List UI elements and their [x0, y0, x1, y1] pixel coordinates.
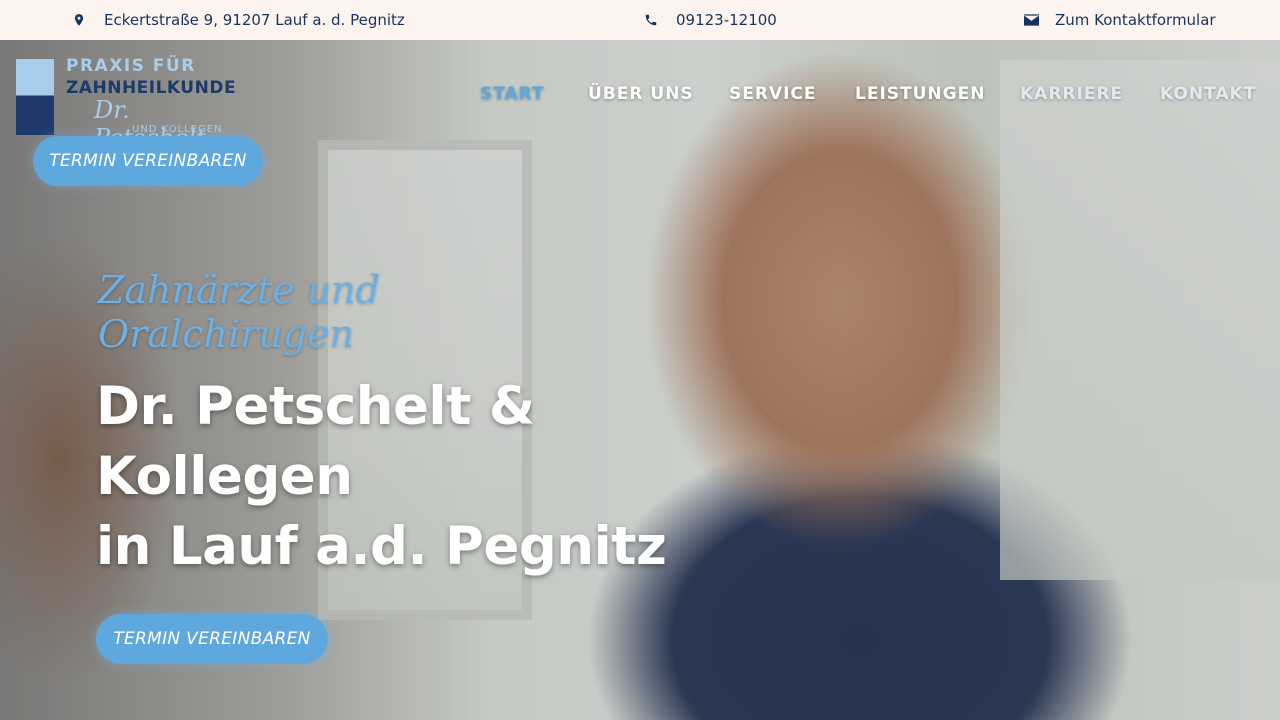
- location-pin-icon: [74, 14, 84, 26]
- logo-line-zahnheilkunde: ZAHNHEILKUNDE: [66, 78, 237, 98]
- hero-title-line-1: Dr. Petschelt &: [96, 376, 535, 437]
- logo-line-praxis: PRAXIS FÜR: [66, 56, 196, 76]
- nav-item-service[interactable]: SERVICE: [729, 84, 817, 104]
- hero-title: Dr. Petschelt & Kollegen in Lauf a.d. Pe…: [96, 372, 716, 582]
- phone-item[interactable]: 09123-12100: [644, 0, 777, 40]
- phone-text: 09123-12100: [676, 11, 777, 29]
- nav-item-karriere[interactable]: KARRIERE: [1020, 84, 1123, 104]
- envelope-icon: [1024, 14, 1039, 26]
- hero-title-line-2: Kollegen: [96, 446, 353, 507]
- hero-script-subtitle: Zahnärzte und Oralchirugen: [98, 268, 418, 356]
- top-info-bar: Eckertstraße 9, 91207 Lauf a. d. Pegnitz…: [0, 0, 1280, 40]
- header-appointment-button[interactable]: TERMIN VEREINBAREN: [33, 136, 263, 186]
- practice-logo[interactable]: PRAXIS FÜR ZAHNHEILKUNDE Dr. Petschelt U…: [16, 56, 237, 152]
- tooth-logo-mark: [16, 59, 54, 135]
- hero-appointment-button[interactable]: TERMIN VEREINBAREN: [96, 614, 328, 664]
- address-item[interactable]: Eckertstraße 9, 91207 Lauf a. d. Pegnitz: [72, 0, 405, 40]
- hero-script-line-2: Oralchirugen: [98, 312, 354, 356]
- nav-item-kontakt[interactable]: KONTAKT: [1160, 84, 1256, 104]
- hero-script-line-1: Zahnärzte und: [98, 268, 380, 312]
- hero-title-line-3: in Lauf a.d. Pegnitz: [96, 516, 667, 577]
- nav-item-ueber-uns[interactable]: ÜBER UNS: [588, 84, 694, 104]
- contact-link-text: Zum Kontaktformular: [1055, 11, 1216, 29]
- address-text: Eckertstraße 9, 91207 Lauf a. d. Pegnitz: [104, 11, 405, 29]
- nav-item-leistungen[interactable]: LEISTUNGEN: [855, 84, 985, 104]
- contact-form-link[interactable]: Zum Kontaktformular: [1024, 0, 1216, 40]
- nav-item-start[interactable]: START: [480, 84, 545, 104]
- phone-icon: [645, 14, 657, 26]
- logo-line-kollegen: UND KOLLEGEN: [132, 124, 223, 135]
